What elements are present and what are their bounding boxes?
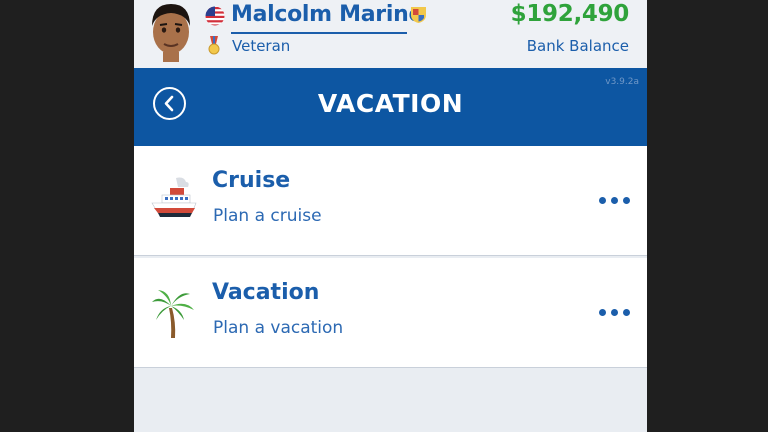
version-label: v3.9.2a xyxy=(605,77,639,87)
medal-icon xyxy=(208,36,220,55)
page-title: VACATION xyxy=(317,89,464,118)
nav-bar: VACATION v3.9.2a xyxy=(134,68,647,146)
list-item-cruise[interactable]: Cruise Plan a cruise xyxy=(134,146,647,256)
bank-balance-label: Bank Balance xyxy=(526,37,629,55)
more-options-icon[interactable] xyxy=(599,197,631,205)
player-title: Veteran xyxy=(232,37,291,55)
bank-balance-amount: $192,490 xyxy=(510,1,630,27)
list-item-vacation[interactable]: Vacation Plan a vacation xyxy=(134,258,647,368)
avatar-icon[interactable] xyxy=(148,0,194,62)
item-title: Cruise xyxy=(212,168,291,193)
crest-icon xyxy=(411,7,426,23)
palm-tree-icon xyxy=(152,290,194,338)
player-header: Malcolm Marino Veteran $192,490 Bank Bal… xyxy=(134,0,647,68)
item-subtitle: Plan a vacation xyxy=(213,318,344,338)
more-options-icon[interactable] xyxy=(599,309,631,317)
cruise-ship-icon xyxy=(151,177,197,217)
item-title: Vacation xyxy=(212,280,320,305)
player-name-underline xyxy=(231,32,407,34)
item-subtitle: Plan a cruise xyxy=(213,206,322,226)
us-flag-icon xyxy=(205,6,225,26)
app-screen: Malcolm Marino Veteran $192,490 Bank Bal… xyxy=(134,0,647,432)
player-name[interactable]: Malcolm Marino xyxy=(231,2,424,27)
